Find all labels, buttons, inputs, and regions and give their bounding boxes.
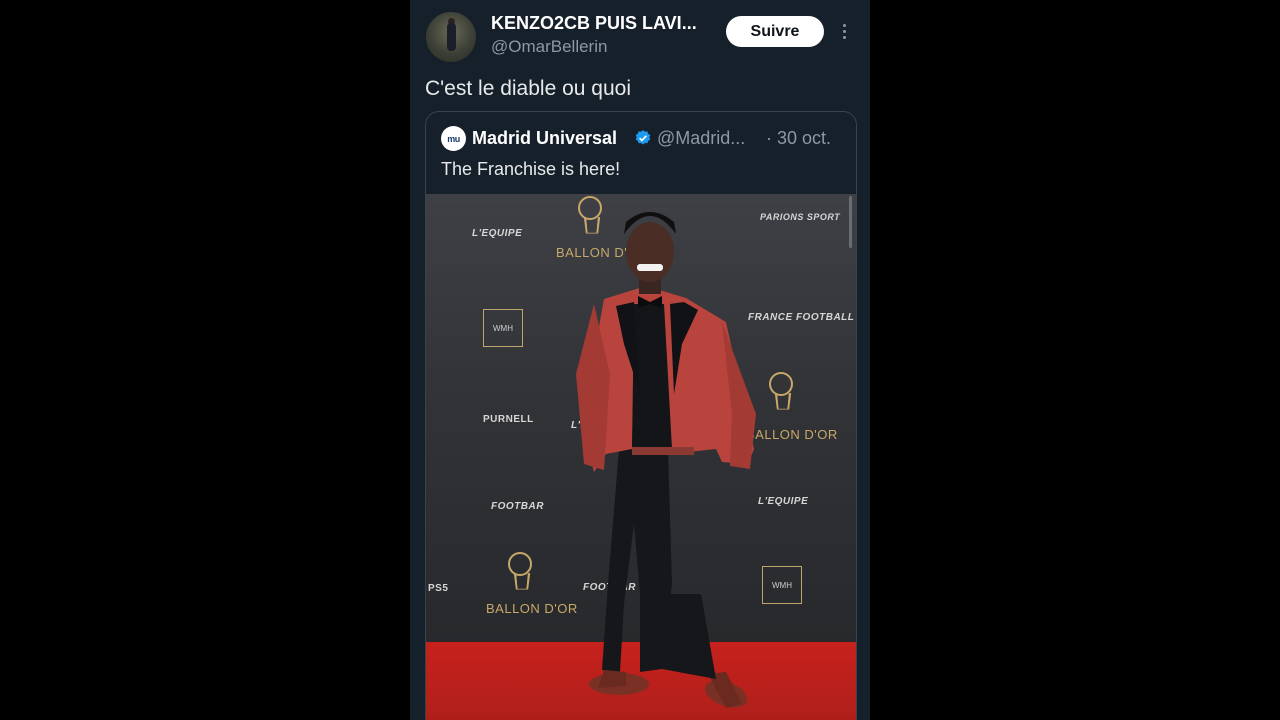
- photo-scrollbar[interactable]: [849, 196, 852, 248]
- author-handle[interactable]: @OmarBellerin: [491, 37, 607, 57]
- tweet-screen: KENZO2CB PUIS LAVI... @OmarBellerin Suiv…: [410, 0, 870, 720]
- quoted-tweet-card[interactable]: mu Madrid Universal @Madrid... · 30 oct.…: [425, 111, 857, 720]
- follow-button[interactable]: Suivre: [726, 16, 824, 47]
- person-in-red-blazer: [576, 212, 756, 708]
- quoted-text: The Franchise is here!: [441, 159, 621, 179]
- verified-badge-icon: [635, 130, 651, 145]
- quoted-avatar-icon[interactable]: mu: [441, 126, 466, 151]
- user-avatar-icon[interactable]: [426, 12, 476, 62]
- quoted-photo[interactable]: L'EQUIPE L'EQUIPE L'EQUIPE BALLON D'OR B…: [426, 194, 856, 720]
- quoted-handle[interactable]: @Madrid...: [657, 128, 745, 149]
- tweet-text: C'est le diable ou quoi: [425, 77, 631, 100]
- quoted-date[interactable]: · 30 oct.: [766, 128, 831, 149]
- author-display-name[interactable]: KENZO2CB PUIS LAVI...: [491, 13, 697, 34]
- quoted-display-name[interactable]: Madrid Universal: [472, 128, 617, 149]
- quoted-tweet-header: mu Madrid Universal @Madrid... · 30 oct.: [426, 112, 856, 152]
- more-options-icon[interactable]: [836, 22, 852, 44]
- tweet-header: KENZO2CB PUIS LAVI... @OmarBellerin Suiv…: [410, 0, 870, 70]
